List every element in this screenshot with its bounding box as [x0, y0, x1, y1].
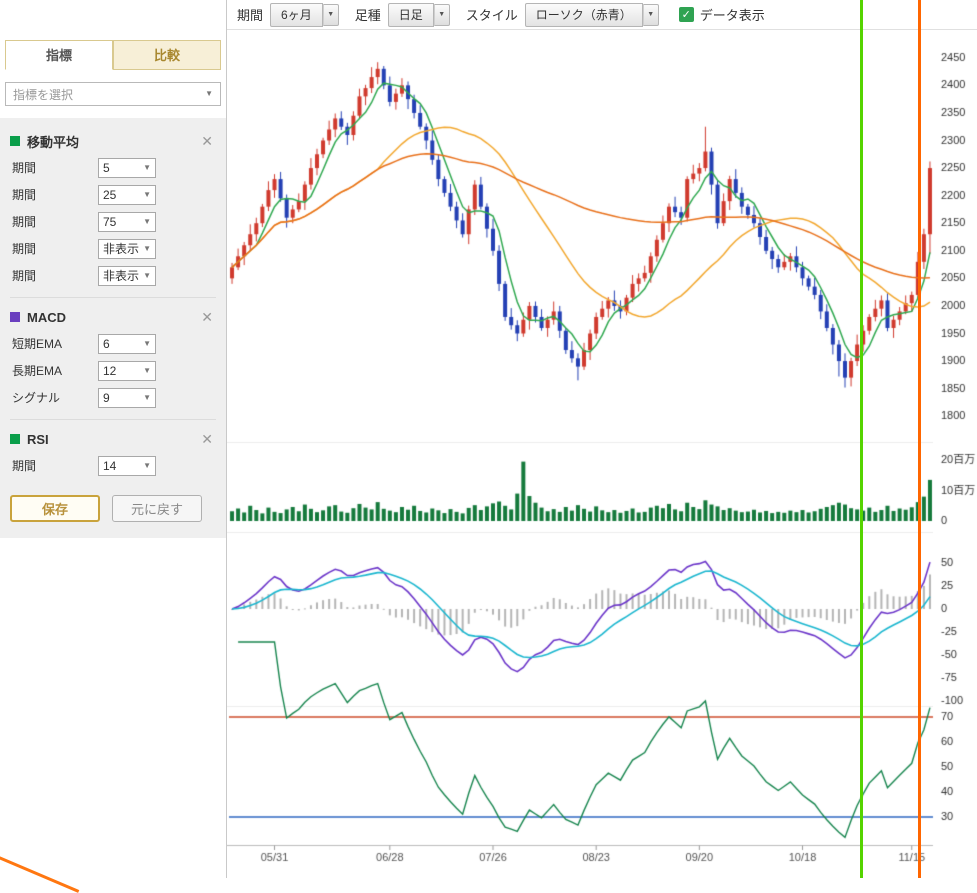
- macd-signal-select[interactable]: 9 ▼: [98, 388, 156, 408]
- ma-period-3-select[interactable]: 75 ▼: [98, 212, 156, 232]
- chevron-down-icon: ▼: [143, 245, 151, 253]
- indicator-select[interactable]: 指標を選択 ▼: [5, 82, 221, 106]
- chevron-down-icon: ▼: [143, 164, 151, 172]
- param-label: 期間: [10, 186, 98, 203]
- param-label: 長期EMA: [10, 362, 98, 379]
- style-button[interactable]: ローソク（赤青）: [525, 3, 643, 27]
- indicator-param-row: 長期EMA 12 ▼: [10, 357, 216, 384]
- param-label: シグナル: [10, 389, 98, 406]
- section-title: RSI: [27, 432, 198, 447]
- bar-type-label: 足種: [355, 5, 381, 24]
- section-title: 移動平均: [27, 132, 198, 151]
- style-dropdown-arrow-icon[interactable]: ▼: [643, 4, 659, 26]
- ma-period-4-select[interactable]: 非表示 ▼: [98, 239, 156, 259]
- param-label: 期間: [10, 159, 98, 176]
- indicator-section-rsi: RSI ✕ 期間 14 ▼: [10, 419, 216, 479]
- close-icon[interactable]: ✕: [198, 432, 216, 446]
- chevron-down-icon: ▼: [205, 90, 213, 98]
- param-label: 期間: [10, 240, 98, 257]
- bar-type-button[interactable]: 日足: [388, 3, 434, 27]
- save-button[interactable]: 保存: [10, 495, 100, 522]
- param-label: 期間: [10, 213, 98, 230]
- checkbox-check-icon: ✓: [679, 7, 694, 22]
- sidebar-buttons: 保存 元に戻す: [10, 495, 216, 522]
- rsi-period-select[interactable]: 14 ▼: [98, 456, 156, 476]
- param-value: 9: [103, 391, 110, 405]
- macd-color-swatch-icon: [10, 312, 20, 322]
- tab-compare[interactable]: 比較: [113, 40, 221, 70]
- indicator-param-row: 期間 非表示 ▼: [10, 262, 216, 289]
- sidebar-tabs: 指標 比較: [5, 40, 221, 70]
- section-title: MACD: [27, 310, 198, 325]
- ma-color-swatch-icon: [10, 136, 20, 146]
- indicator-select-placeholder: 指標を選択: [13, 86, 73, 103]
- param-value: 14: [103, 459, 116, 473]
- reset-button[interactable]: 元に戻す: [112, 495, 202, 522]
- indicator-param-row: 期間 75 ▼: [10, 208, 216, 235]
- chevron-down-icon: ▼: [143, 191, 151, 199]
- chevron-down-icon: ▼: [143, 462, 151, 470]
- chart-toolbar: 期間 6ヶ月 ▼ 足種 日足 ▼ スタイル ローソク（赤青） ▼ ✓ データ表示: [227, 0, 977, 30]
- indicator-param-row: 短期EMA 6 ▼: [10, 330, 216, 357]
- ma-period-2-select[interactable]: 25 ▼: [98, 185, 156, 205]
- param-value: 25: [103, 188, 116, 202]
- indicator-section-moving-average: 移動平均 ✕ 期間 5 ▼ 期間 25 ▼ 期間 75: [10, 126, 216, 289]
- chevron-down-icon: ▼: [143, 218, 151, 226]
- param-value: 非表示: [103, 240, 139, 257]
- macd-fast-ema-select[interactable]: 6 ▼: [98, 334, 156, 354]
- param-label: 短期EMA: [10, 335, 98, 352]
- chart-region: 期間 6ヶ月 ▼ 足種 日足 ▼ スタイル ローソク（赤青） ▼ ✓ データ表示: [227, 0, 977, 878]
- param-value: 75: [103, 215, 116, 229]
- tab-indicators[interactable]: 指標: [5, 40, 113, 70]
- sidebar: 指標 比較 指標を選択 ▼ 移動平均 ✕ 期間 5 ▼ 期間 25: [0, 0, 227, 878]
- indicator-section-macd: MACD ✕ 短期EMA 6 ▼ 長期EMA 12 ▼ シグナル: [10, 297, 216, 411]
- close-icon[interactable]: ✕: [198, 310, 216, 324]
- data-display-label: データ表示: [700, 5, 765, 24]
- indicator-param-row: 期間 14 ▼: [10, 452, 216, 479]
- indicator-param-row: 期間 非表示 ▼: [10, 235, 216, 262]
- rsi-color-swatch-icon: [10, 434, 20, 444]
- bar-type-dropdown-arrow-icon[interactable]: ▼: [434, 4, 450, 26]
- close-icon[interactable]: ✕: [198, 134, 216, 148]
- chevron-down-icon: ▼: [143, 272, 151, 280]
- marker-vertical-line-orange[interactable]: [918, 0, 921, 878]
- chart-canvas[interactable]: [227, 30, 977, 878]
- param-label: 期間: [10, 267, 98, 284]
- ma-period-5-select[interactable]: 非表示 ▼: [98, 266, 156, 286]
- indicator-param-row: 期間 5 ▼: [10, 154, 216, 181]
- period-dropdown-arrow-icon[interactable]: ▼: [323, 4, 339, 26]
- param-value: 12: [103, 364, 116, 378]
- period-label: 期間: [237, 5, 263, 24]
- param-value: 6: [103, 337, 110, 351]
- data-display-checkbox[interactable]: ✓ データ表示: [679, 5, 765, 24]
- param-value: 非表示: [103, 267, 139, 284]
- macd-slow-ema-select[interactable]: 12 ▼: [98, 361, 156, 381]
- chevron-down-icon: ▼: [143, 367, 151, 375]
- indicator-param-row: 期間 25 ▼: [10, 181, 216, 208]
- period-button[interactable]: 6ヶ月: [270, 3, 323, 27]
- indicator-panel: 移動平均 ✕ 期間 5 ▼ 期間 25 ▼ 期間 75: [0, 118, 226, 538]
- style-label: スタイル: [466, 5, 518, 24]
- param-value: 5: [103, 161, 110, 175]
- param-label: 期間: [10, 457, 98, 474]
- chevron-down-icon: ▼: [143, 394, 151, 402]
- indicator-param-row: シグナル 9 ▼: [10, 384, 216, 411]
- ma-period-1-select[interactable]: 5 ▼: [98, 158, 156, 178]
- chevron-down-icon: ▼: [143, 340, 151, 348]
- cursor-vertical-line-green[interactable]: [860, 0, 863, 878]
